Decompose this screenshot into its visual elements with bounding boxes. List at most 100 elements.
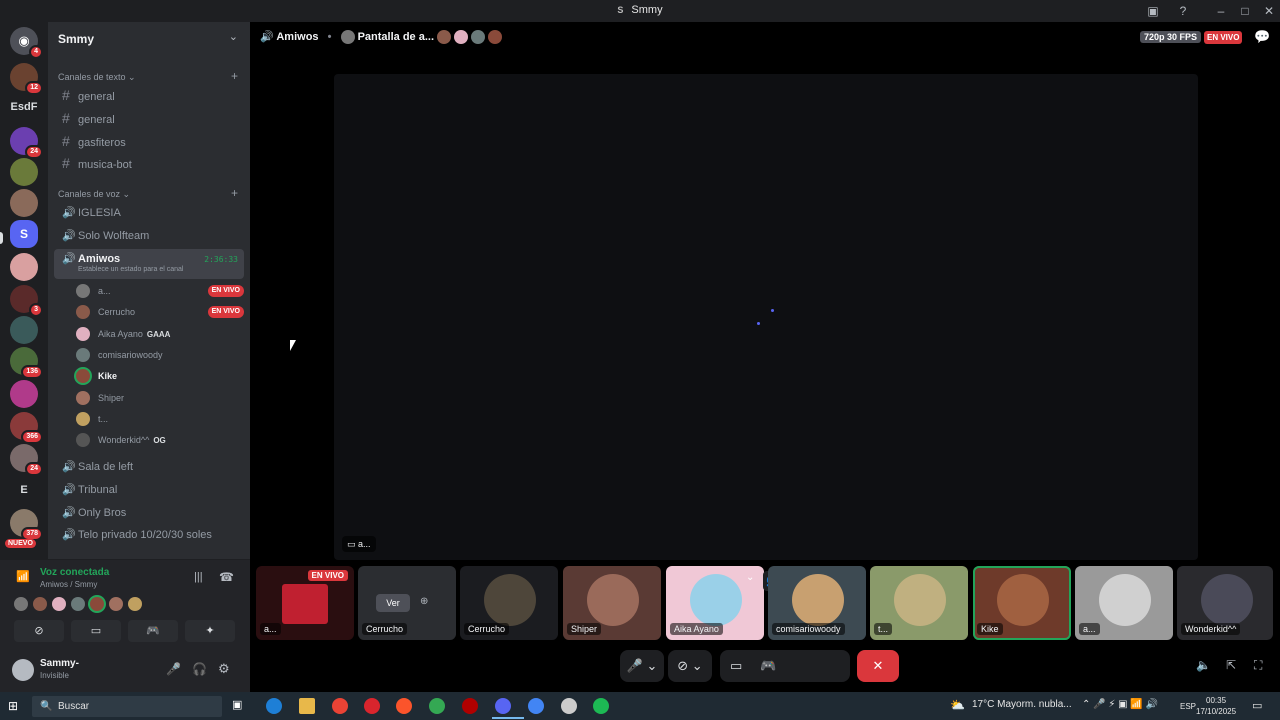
voice-channel-sala-de-left[interactable]: 🔊 Sala de left	[54, 456, 244, 478]
server-icon[interactable]	[10, 316, 38, 344]
chevron-down-icon[interactable]: ⌄	[229, 30, 238, 43]
channel-status[interactable]: Establece un estado para el canal	[78, 265, 183, 275]
voice-user[interactable]: Cerrucho EN VIVO	[76, 302, 244, 322]
disconnect-icon[interactable]: ☎	[219, 570, 234, 584]
server-icon[interactable]: 366	[10, 412, 43, 444]
weather-text[interactable]: 17°C Mayorm. nubla...	[972, 699, 1072, 710]
voice-user[interactable]: a... EN VIVO	[76, 281, 244, 301]
inbox-icon[interactable]: ▣	[1145, 3, 1161, 19]
server-icon[interactable]	[10, 380, 38, 408]
system-tray-icons[interactable]: ⌃ 🎤 ⚡ ▣ 📶 🔊	[1082, 699, 1158, 710]
server-icon-esdf[interactable]: EsdF	[0, 101, 48, 113]
server-icon[interactable]	[10, 253, 38, 281]
voice-channel-only-bros[interactable]: 🔊 Only Bros	[54, 502, 244, 524]
minimize-button[interactable]: –	[1213, 3, 1229, 19]
participant-tile[interactable]: Cerrucho	[460, 566, 558, 640]
screen-share-button[interactable]: ▭	[71, 620, 121, 642]
participant-tile[interactable]: Ver ⊕ Cerrucho	[358, 566, 456, 640]
server-icon[interactable]: 24	[10, 127, 43, 159]
file-explorer-icon[interactable]	[299, 698, 315, 714]
voice-connected-title[interactable]: Voz conectada	[40, 567, 109, 578]
text-category[interactable]: Canales de texto ⌄	[58, 72, 136, 83]
opera-icon[interactable]	[364, 698, 380, 714]
clock[interactable]: 00:35 17/10/2025	[1196, 695, 1236, 717]
notifications-icon[interactable]: ▭	[1252, 699, 1262, 712]
zoom-icon[interactable]: ⊕	[420, 596, 428, 607]
participant-tile[interactable]: ⌄ Aika Ayano	[666, 566, 764, 640]
noise-suppression-icon[interactable]: |||	[194, 571, 203, 583]
spotify-icon[interactable]	[593, 698, 609, 714]
add-channel-icon[interactable]: +	[231, 186, 238, 200]
server-icon[interactable]: 378	[10, 509, 43, 541]
voice-user[interactable]: Aika Ayano GAAA	[76, 324, 244, 344]
app-icon[interactable]	[561, 698, 577, 714]
chat-icon[interactable]: 💬	[1254, 29, 1270, 45]
voice-user[interactable]: Shiper	[76, 388, 244, 408]
discord-home-icon[interactable]: ◉ 4	[10, 27, 43, 59]
server-icon[interactable]: 136	[10, 347, 43, 379]
voice-user[interactable]: comisariowoody	[76, 345, 244, 365]
screen-share-icon[interactable]: ▭	[730, 658, 760, 673]
edge-icon[interactable]	[266, 698, 282, 714]
add-channel-icon[interactable]: +	[231, 69, 238, 83]
fullscreen-icon[interactable]: ⛶	[1254, 658, 1262, 673]
voice-user[interactable]: Wonderkid^^ OG	[76, 430, 244, 450]
app-icon[interactable]	[462, 698, 478, 714]
close-button[interactable]: ✕	[1261, 3, 1277, 19]
voice-channel-tribunal[interactable]: 🔊 Tribunal	[54, 479, 244, 501]
discord-icon[interactable]	[495, 698, 511, 714]
channel-gasfiteros[interactable]: # gasfiteros	[54, 130, 244, 152]
camera-button[interactable]: ⊘ ⌄	[668, 650, 712, 682]
weather-icon[interactable]: ⛅	[950, 698, 965, 712]
server-name[interactable]: Smmy	[58, 32, 94, 46]
chrome-icon[interactable]	[528, 698, 544, 714]
mute-button[interactable]: 🎤 ⌄	[620, 650, 664, 682]
participant-tile[interactable]: Wonderkid^^	[1177, 566, 1273, 640]
leave-call-button[interactable]: ✕	[857, 650, 899, 682]
chrome-icon[interactable]	[429, 698, 445, 714]
chrome-icon[interactable]	[332, 698, 348, 714]
voice-channel-amiwos[interactable]: 🔊 Amiwos 2:36:33 Establece un estado para…	[54, 249, 244, 279]
server-icon[interactable]: 24	[10, 444, 43, 476]
help-icon[interactable]: ?	[1175, 3, 1191, 19]
windows-start-icon[interactable]: ⊞	[8, 699, 18, 713]
voice-user-speaking[interactable]: Kike	[76, 366, 244, 386]
participant-tile[interactable]: a...	[1075, 566, 1173, 640]
participant-tile[interactable]: Shiper	[563, 566, 661, 640]
channel-general-2[interactable]: # general	[54, 107, 244, 129]
participant-tile[interactable]: comisariowoody	[768, 566, 866, 640]
server-icon[interactable]	[10, 158, 38, 186]
participant-tile[interactable]: t...	[870, 566, 968, 640]
pop-out-icon[interactable]: ⇱	[1226, 658, 1236, 672]
voice-connected-subtitle[interactable]: Amiwos / Smmy	[40, 580, 97, 589]
activities-button[interactable]: 🎮	[128, 620, 178, 642]
voice-channel-iglesia[interactable]: 🔊 IGLESIA	[54, 202, 244, 224]
soundboard-button[interactable]: ✦	[185, 620, 235, 642]
server-icon-smmy[interactable]: S	[10, 220, 38, 248]
voice-category[interactable]: Canales de voz ⌄	[58, 189, 130, 200]
taskbar-search[interactable]: 🔍 Buscar	[32, 696, 222, 717]
server-icon-e[interactable]: E	[0, 484, 48, 496]
voice-channel-solo-wolfteam[interactable]: 🔊 Solo Wolfteam	[54, 225, 244, 247]
server-icon[interactable]	[10, 189, 38, 217]
language-indicator[interactable]: ESP	[1180, 702, 1196, 711]
brave-icon[interactable]	[396, 698, 412, 714]
volume-icon[interactable]: 🔈	[1196, 658, 1211, 672]
voice-user[interactable]: t...	[76, 409, 244, 429]
watch-stream-button[interactable]: Ver	[376, 594, 410, 612]
channel-general[interactable]: # general	[54, 84, 244, 106]
screen-share-video[interactable]	[334, 74, 1198, 560]
camera-off-button[interactable]: ⊘	[14, 620, 64, 642]
participant-tile-speaking[interactable]: Kike	[973, 566, 1071, 640]
maximize-button[interactable]: □	[1237, 3, 1253, 19]
task-view-icon[interactable]: ▣	[232, 698, 248, 714]
activities-icon[interactable]: 🎮	[760, 658, 794, 673]
server-icon[interactable]: 3	[10, 285, 43, 317]
stage-channel-name[interactable]: Amiwos	[276, 31, 318, 43]
voice-channel-telo-privado[interactable]: 🔊 Telo privado 10/20/30 soles	[54, 524, 244, 546]
server-icon[interactable]: 12	[10, 63, 43, 95]
chevron-down-icon[interactable]: ⌄	[746, 572, 754, 583]
signal-icon[interactable]: 📶	[16, 570, 30, 583]
channel-musica-bot[interactable]: # musica-bot	[54, 152, 244, 174]
participant-tile[interactable]: EN VIVO a...	[256, 566, 354, 640]
